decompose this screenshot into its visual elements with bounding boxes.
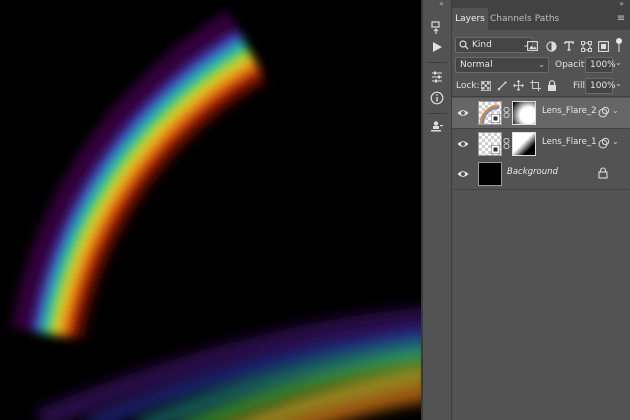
collapsed-panel-strip: « [423, 0, 452, 420]
filter-kind-label: Kind [472, 40, 492, 50]
layer-name[interactable]: Background [507, 167, 558, 177]
panel-top-bar: » [452, 0, 630, 8]
layer-row-background[interactable]: Background [452, 159, 630, 190]
info-icon[interactable] [427, 88, 447, 108]
chevron-down-icon[interactable]: ⌄ [615, 58, 622, 67]
fill-input[interactable]: 100% [585, 78, 616, 94]
rainbow-flare-image [11, 10, 421, 420]
adjustment-filter-icon[interactable] [545, 40, 557, 52]
lock-transparent-pixels-icon[interactable] [480, 80, 491, 91]
layers-panel: » Layers Channels Paths ≡ Kind ⌄ Normal … [452, 0, 630, 420]
artboard-lock-icon[interactable] [530, 80, 541, 91]
smart-object-badge-icon [491, 145, 500, 154]
layer-thumbnail[interactable] [478, 101, 502, 125]
eye-visibility-icon[interactable] [457, 168, 469, 180]
document-canvas[interactable] [0, 0, 421, 420]
pixel-filter-icon[interactable] [526, 40, 538, 52]
smart-filters-icon [598, 137, 610, 149]
history-icon[interactable] [427, 18, 447, 38]
shape-filter-icon[interactable] [580, 40, 592, 52]
filter-toggle-switch[interactable] [614, 36, 624, 54]
panel-menu-icon[interactable]: ≡ [616, 12, 626, 26]
layer-name[interactable]: Lens_Flare_2 [542, 106, 597, 116]
panel-tabs: Layers Channels Paths ≡ [452, 8, 630, 30]
expand-chevron-icon[interactable]: ⌄ [612, 106, 619, 115]
adjustments-icon[interactable] [427, 67, 447, 87]
chevron-down-icon: ⌄ [538, 60, 545, 69]
lock-label: Lock: [456, 81, 480, 91]
opacity-value: 100% [590, 60, 616, 70]
search-icon [459, 40, 469, 50]
toolstrip-divider [427, 113, 447, 114]
lock-all-icon[interactable] [546, 80, 557, 91]
smart-filters-icon [598, 106, 610, 118]
layer-thumbnail[interactable] [478, 132, 502, 156]
background-thumbnail[interactable] [478, 162, 502, 186]
layer-mask-thumbnail[interactable] [512, 101, 536, 125]
tab-channels[interactable]: Channels [490, 8, 532, 30]
expand-arrows-icon[interactable]: » [619, 0, 624, 8]
toolstrip-divider [427, 62, 447, 63]
stamp-icon[interactable] [427, 117, 447, 137]
tab-paths[interactable]: Paths [532, 8, 562, 30]
layer-row-lens-flare-1[interactable]: Lens_Flare_1 ⌄ [452, 129, 630, 160]
eye-visibility-icon[interactable] [457, 138, 469, 150]
layer-mask-thumbnail[interactable] [512, 132, 536, 156]
link-chain-icon[interactable] [503, 138, 510, 152]
lock-image-pixels-icon[interactable] [496, 80, 507, 91]
lock-icon[interactable] [598, 167, 608, 179]
type-filter-icon[interactable] [563, 40, 575, 52]
opacity-input[interactable]: 100% [585, 57, 616, 73]
collapse-arrows-icon[interactable]: « [439, 0, 444, 8]
layer-filter-select[interactable]: Kind ⌄ [455, 37, 533, 53]
expand-chevron-icon[interactable]: ⌄ [612, 137, 619, 146]
chevron-down-icon[interactable]: ⌄ [615, 79, 622, 88]
tab-layers[interactable]: Layers [452, 8, 488, 30]
blend-mode-select[interactable]: Normal ⌄ [455, 57, 549, 73]
layer-row-lens-flare-2[interactable]: Lens_Flare_2 ⌄ [452, 98, 630, 129]
smart-object-filter-icon[interactable] [597, 40, 609, 52]
play-action-icon[interactable] [427, 37, 447, 57]
blend-mode-value: Normal [460, 60, 493, 70]
fill-value: 100% [590, 81, 616, 91]
layer-name[interactable]: Lens_Flare_1 [542, 137, 597, 147]
lock-position-icon[interactable] [513, 80, 524, 91]
panel-divider-line [452, 96, 630, 97]
link-chain-icon[interactable] [503, 107, 510, 121]
smart-object-badge-icon [491, 114, 500, 123]
eye-visibility-icon[interactable] [457, 107, 469, 119]
